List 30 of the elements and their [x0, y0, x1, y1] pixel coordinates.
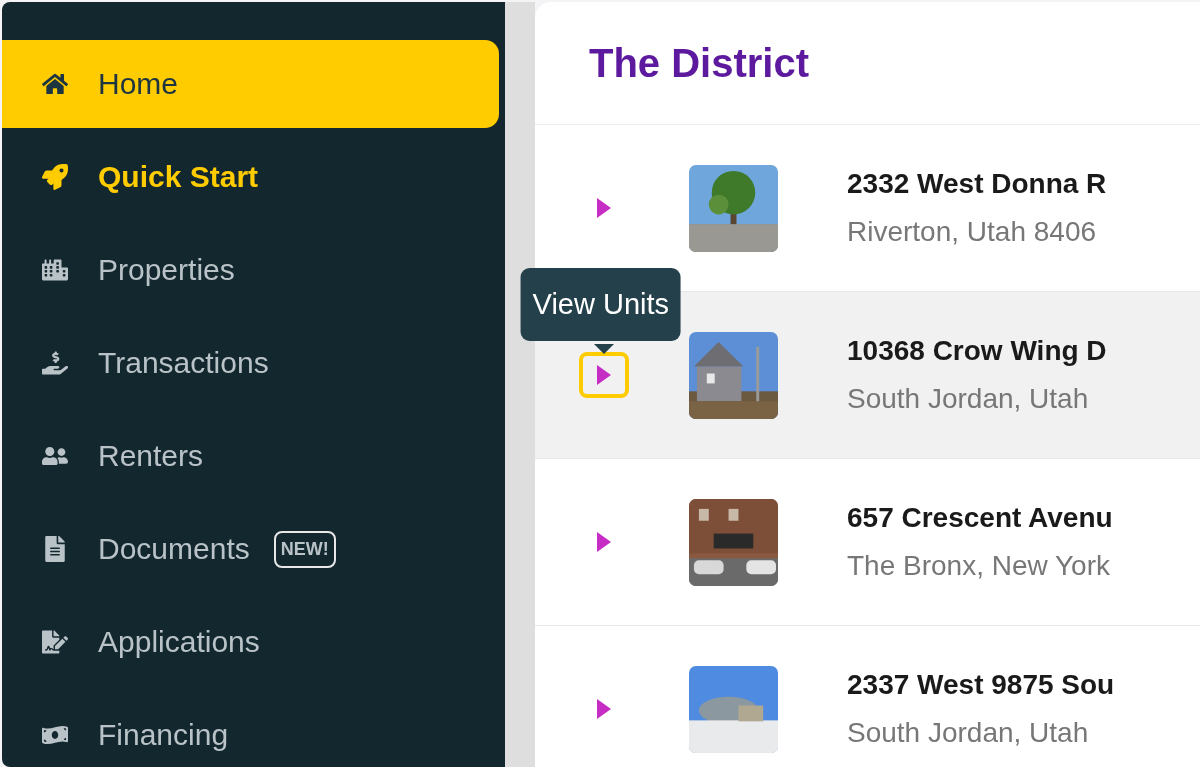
tooltip-pointer-icon — [594, 344, 614, 354]
property-address: 2337 West 9875 Sou — [847, 669, 1115, 701]
caret-icon — [597, 365, 611, 385]
property-address: 10368 Crow Wing D — [847, 335, 1107, 367]
signed-document-icon — [42, 629, 68, 655]
money-hand-icon — [42, 350, 68, 376]
sidebar-item[interactable]: Properties — [2, 226, 499, 314]
sidebar-item[interactable]: Home — [2, 40, 499, 128]
property-city: South Jordan, Utah — [847, 717, 1090, 749]
property-city: Riverton, Utah 8406 — [847, 216, 1098, 248]
sidebar-item[interactable]: Quick Start — [2, 133, 499, 221]
sidebar-item[interactable]: Applications — [2, 598, 499, 686]
sidebar-item[interactable]: Renters — [2, 412, 499, 500]
rocket-icon — [42, 164, 68, 190]
sidebar-item[interactable]: Documents NEW! — [2, 505, 499, 593]
home-icon — [42, 71, 68, 97]
sidebar-item[interactable]: Financing — [2, 691, 499, 767]
document-icon — [42, 536, 68, 562]
caret-icon — [597, 198, 611, 218]
panel-title: The District — [589, 40, 810, 86]
property-address: 657 Crescent Avenu — [847, 502, 1113, 534]
caret-icon — [597, 699, 611, 719]
property-city: South Jordan, Utah — [847, 383, 1090, 415]
property-address: 2332 West Donna R — [847, 168, 1107, 200]
sidebar-item[interactable]: Transactions — [2, 319, 499, 407]
tooltip: View Units — [520, 268, 682, 341]
buildings-icon — [42, 257, 68, 283]
new-badge: NEW! — [273, 530, 336, 568]
caret-icon — [597, 532, 611, 552]
property-city: The Bronx, New York — [847, 550, 1112, 582]
